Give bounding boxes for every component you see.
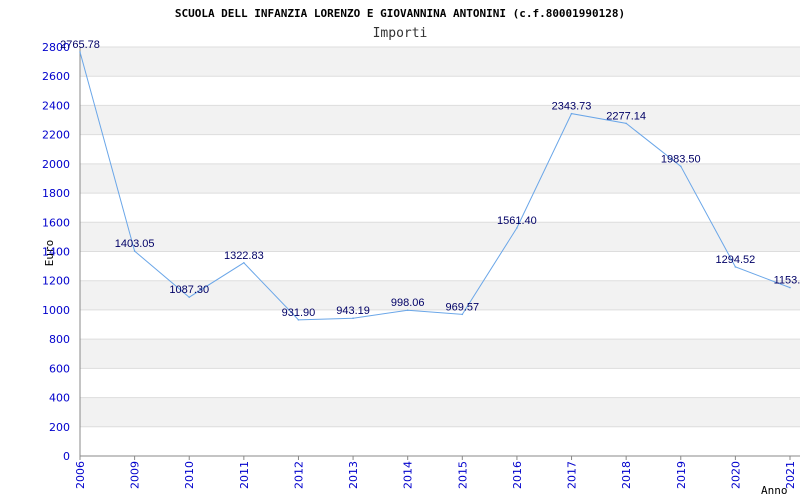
x-tick-label: 2006 (74, 461, 87, 489)
data-label: 2343.73 (552, 101, 592, 113)
data-point (297, 319, 300, 321)
y-tick-label: 1800 (42, 187, 70, 200)
y-tick-label: 2600 (42, 70, 70, 83)
y-tick-label: 2000 (42, 158, 70, 171)
data-label: 969.57 (445, 301, 479, 313)
data-point (461, 313, 464, 316)
x-tick-label: 2012 (292, 461, 305, 489)
y-tick-label: 400 (49, 392, 70, 405)
x-tick-label: 2015 (456, 461, 469, 489)
x-tick-label: 2017 (566, 461, 579, 489)
data-label: 943.19 (336, 305, 370, 317)
x-tick-label: 2009 (129, 461, 142, 489)
data-point (570, 112, 573, 115)
grid-band (80, 397, 800, 427)
data-label: 2277.14 (606, 110, 646, 122)
y-axis-label: Euro (43, 240, 56, 267)
data-label: 1983.50 (661, 153, 701, 165)
y-tick-label: 2200 (42, 129, 70, 142)
chart-subtitle: Importi (373, 26, 428, 41)
y-tick-label: 1200 (42, 275, 70, 288)
chart-title: SCUOLA DELL INFANZIA LORENZO E GIOVANNIN… (175, 7, 625, 20)
grid-band (80, 163, 800, 194)
line-chart: 0200400600800100012001400160018002000220… (42, 7, 800, 497)
y-tick-label: 1600 (42, 216, 70, 229)
x-tick-label: 2013 (347, 461, 360, 489)
y-tick-label: 600 (49, 362, 70, 375)
data-point (188, 296, 191, 298)
data-label: 931.90 (282, 307, 316, 319)
background-bands (80, 47, 800, 427)
y-tick-label: 800 (49, 333, 70, 346)
x-tick-label: 2019 (675, 461, 688, 489)
data-label: 1322.83 (224, 250, 264, 262)
data-point (243, 261, 245, 264)
x-tick-label: 2016 (511, 461, 524, 489)
data-label: 1561.40 (497, 215, 537, 227)
data-point (352, 317, 354, 320)
data-point (406, 309, 409, 312)
y-tick-label: 0 (63, 450, 70, 463)
data-point (516, 227, 518, 229)
x-tick-label: 2011 (238, 461, 251, 489)
grid-band (80, 105, 800, 135)
data-label: 2765.78 (60, 39, 100, 51)
grid-band (80, 222, 800, 252)
x-tick-label: 2014 (402, 461, 415, 489)
grid-band (80, 47, 800, 77)
data-point (734, 266, 737, 268)
x-tick-labels: 2006 2009 2010 2011 2012 2013 2014 2015 2016 2017… (74, 461, 797, 489)
x-tick-label: 2020 (729, 461, 742, 489)
x-tick-label: 2010 (183, 461, 196, 489)
data-point (625, 122, 627, 125)
data-label: 998.06 (391, 297, 425, 309)
y-tick-label: 200 (49, 421, 70, 434)
data-label: 1087.30 (169, 284, 209, 296)
data-point (133, 250, 136, 252)
data-point (789, 286, 791, 289)
x-tick-label: 2018 (620, 461, 633, 489)
data-label: 1403.05 (115, 238, 155, 250)
y-tick-label: 2400 (42, 99, 70, 112)
data-point (679, 165, 682, 168)
data-point (79, 51, 81, 53)
grid-band (80, 339, 800, 369)
y-tick-label: 1000 (42, 304, 70, 317)
data-label: 1294.52 (716, 254, 756, 266)
data-label: 1153.2 (774, 275, 800, 287)
x-axis-label: Anno (761, 484, 788, 497)
